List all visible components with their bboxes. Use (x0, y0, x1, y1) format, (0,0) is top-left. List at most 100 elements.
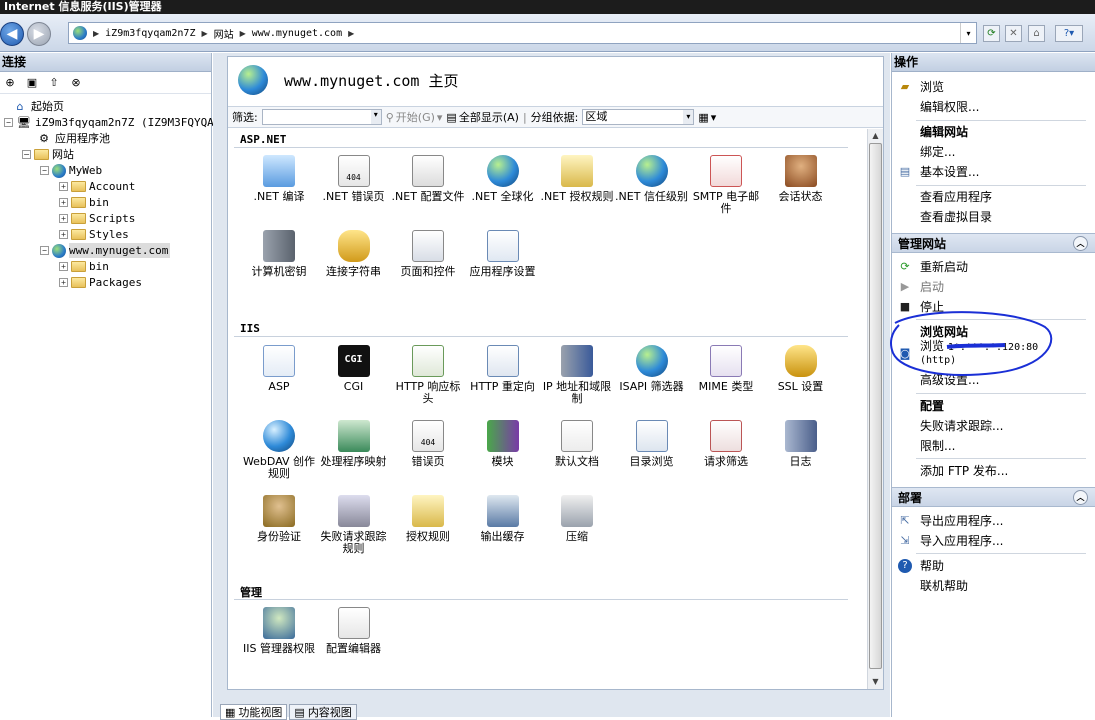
help-button[interactable]: ?▾ (1055, 25, 1083, 42)
chevron-right-icon[interactable]: ▶ (348, 29, 354, 38)
stop-link[interactable]: ■ 停止 (892, 298, 944, 316)
filter-input[interactable] (261, 109, 382, 125)
feature-item[interactable]: ASP (242, 345, 316, 393)
feature-item[interactable]: 失败请求跟踪规则 (317, 495, 391, 555)
feature-item[interactable]: .NET 配置文件 (391, 155, 465, 203)
feature-item[interactable]: HTTP 响应标头 (391, 345, 465, 405)
tree-item-myweb[interactable]: − MyWeb (40, 163, 102, 178)
feature-item[interactable]: 404 .NET 错误页 (317, 155, 391, 203)
feature-item[interactable]: 输出缓存 (466, 495, 540, 543)
feature-item[interactable]: CGI CGI (317, 345, 391, 393)
tree-item-account[interactable]: + Account (59, 179, 135, 194)
tree-item-server[interactable]: − 🖥 iZ9m3fqyqam2n7Z (IZ9M3FQYQAM (4, 115, 220, 130)
collapse-icon[interactable]: − (40, 246, 49, 255)
export-application-link[interactable]: ⇱ 导出应用程序... (892, 512, 1003, 530)
feature-item[interactable]: MIME 类型 (689, 345, 763, 393)
tree-item-app-pools[interactable]: ⚙ 应用程序池 (36, 131, 110, 146)
expand-icon[interactable]: + (59, 198, 68, 207)
feature-item[interactable]: IP 地址和域限制 (540, 345, 614, 405)
failed-request-tracing-link[interactable]: 失败请求跟踪... (892, 417, 1003, 435)
feature-item[interactable]: ISAPI 筛选器 (615, 345, 689, 393)
feature-item[interactable]: 请求筛选 (689, 420, 763, 468)
tree-item-styles[interactable]: + Styles (59, 227, 129, 242)
add-ftp-publishing-link[interactable]: 添加 FTP 发布... (892, 462, 1008, 480)
feature-item[interactable]: SMTP 电子邮件 (689, 155, 763, 215)
feature-item[interactable]: 计算机密钥 (242, 230, 316, 278)
basic-settings-link[interactable]: ▤ 基本设置... (892, 163, 980, 181)
help-link[interactable]: ? 帮助 (892, 557, 944, 575)
feature-item[interactable]: 应用程序设置 (466, 230, 540, 278)
edit-permissions-link[interactable]: 编辑权限... (892, 98, 979, 116)
restart-link[interactable]: ⟳ 重新启动 (892, 258, 968, 276)
feature-item[interactable]: 授权规则 (391, 495, 465, 543)
advanced-settings-link[interactable]: 高级设置... (892, 371, 979, 389)
feature-item[interactable]: 身份验证 (242, 495, 316, 543)
feature-item[interactable]: 404 错误页 (391, 420, 465, 468)
scroll-down-icon[interactable]: ▼ (868, 675, 883, 689)
import-application-link[interactable]: ⇲ 导入应用程序... (892, 532, 1003, 550)
feature-item[interactable]: SSL 设置 (764, 345, 838, 393)
collapse-up-icon[interactable]: ︿ (1073, 490, 1088, 505)
browse-link[interactable]: ▰ 浏览 (892, 78, 944, 96)
tree-item-packages[interactable]: + Packages (59, 275, 142, 290)
feature-item[interactable]: 连接字符串 (317, 230, 391, 278)
start-filter-button[interactable]: ⚲ 开始(G) ▾ (386, 109, 443, 125)
feature-item[interactable]: IIS 管理器权限 (242, 607, 316, 655)
disconnect-icon[interactable]: ⊗ (68, 75, 84, 91)
expand-icon[interactable]: + (59, 278, 68, 287)
vertical-scrollbar[interactable]: ▲ ▼ (867, 129, 883, 689)
feature-item[interactable]: .NET 编译 (242, 155, 316, 203)
start-link[interactable]: ▶ 启动 (892, 278, 944, 296)
collapse-icon[interactable]: − (4, 118, 13, 127)
feature-item[interactable]: 模块 (466, 420, 540, 468)
refresh-button[interactable]: ⟳ (983, 25, 1000, 42)
show-all-button[interactable]: ▤ 全部显示(A) (446, 109, 519, 125)
view-virtual-directories-link[interactable]: 查看虚拟目录 (892, 208, 992, 226)
feature-item[interactable]: 日志 (764, 420, 838, 468)
stop-button[interactable]: ✕ (1005, 25, 1022, 42)
feature-item[interactable]: 处理程序映射 (317, 420, 391, 468)
address-input[interactable]: ▶ iZ9m3fqyqam2n7Z ▶ 网站 ▶ www.mynuget.com… (68, 22, 977, 44)
collapse-icon[interactable]: − (22, 150, 31, 159)
tab-features-view[interactable]: ▦ 功能视图 (220, 704, 288, 720)
group-by-select[interactable]: 区域 (582, 109, 695, 125)
up-folder-icon[interactable]: ⇧ (46, 75, 62, 91)
feature-item[interactable]: .NET 授权规则 (540, 155, 614, 203)
feature-item[interactable]: 页面和控件 (391, 230, 465, 278)
feature-item[interactable]: .NET 信任级别 (615, 155, 689, 203)
expand-icon[interactable]: + (59, 214, 68, 223)
expand-icon[interactable]: + (59, 182, 68, 191)
expand-icon[interactable]: + (59, 230, 68, 239)
tree-item-mynuget[interactable]: − www.mynuget.com (40, 243, 171, 258)
chevron-right-icon[interactable]: ▶ (93, 29, 99, 38)
tab-content-view[interactable]: ▤ 内容视图 (289, 704, 357, 720)
tree-item-bin[interactable]: + bin (59, 195, 109, 210)
address-dropdown[interactable]: ▾ (960, 23, 976, 43)
home-button[interactable]: ⌂ (1028, 25, 1045, 42)
feature-item[interactable]: 目录浏览 (615, 420, 689, 468)
forward-button[interactable]: ▶ (27, 22, 51, 46)
breadcrumb-server[interactable]: iZ9m3fqyqam2n7Z (105, 28, 195, 39)
feature-item[interactable]: .NET 全球化 (466, 155, 540, 203)
chevron-right-icon[interactable]: ▶ (201, 29, 207, 38)
feature-item[interactable]: 压缩 (540, 495, 614, 543)
feature-item[interactable]: WebDAV 创作规则 (242, 420, 316, 480)
scrollbar-thumb[interactable] (869, 143, 882, 669)
bindings-link[interactable]: 绑定... (892, 143, 955, 161)
connect-icon[interactable]: ⊕ (2, 75, 18, 91)
online-help-link[interactable]: 联机帮助 (892, 577, 968, 595)
view-applications-link[interactable]: 查看应用程序 (892, 188, 992, 206)
tree-item-bin-2[interactable]: + bin (59, 259, 109, 274)
collapse-icon[interactable]: − (40, 166, 49, 175)
expand-icon[interactable]: + (59, 262, 68, 271)
feature-item[interactable]: 会话状态 (764, 155, 838, 203)
tree-item-sites[interactable]: − 网站 (22, 147, 74, 162)
save-icon[interactable]: ▣ (24, 75, 40, 91)
feature-item[interactable]: 配置编辑器 (317, 607, 391, 655)
view-mode-button[interactable]: ▦ ▾ (698, 111, 716, 124)
scroll-up-icon[interactable]: ▲ (868, 129, 883, 143)
back-button[interactable]: ◀ (0, 22, 24, 46)
feature-item[interactable]: HTTP 重定向 (466, 345, 540, 393)
tree-item-start-page[interactable]: ⌂ 起始页 (12, 99, 65, 114)
limits-link[interactable]: 限制... (892, 437, 955, 455)
